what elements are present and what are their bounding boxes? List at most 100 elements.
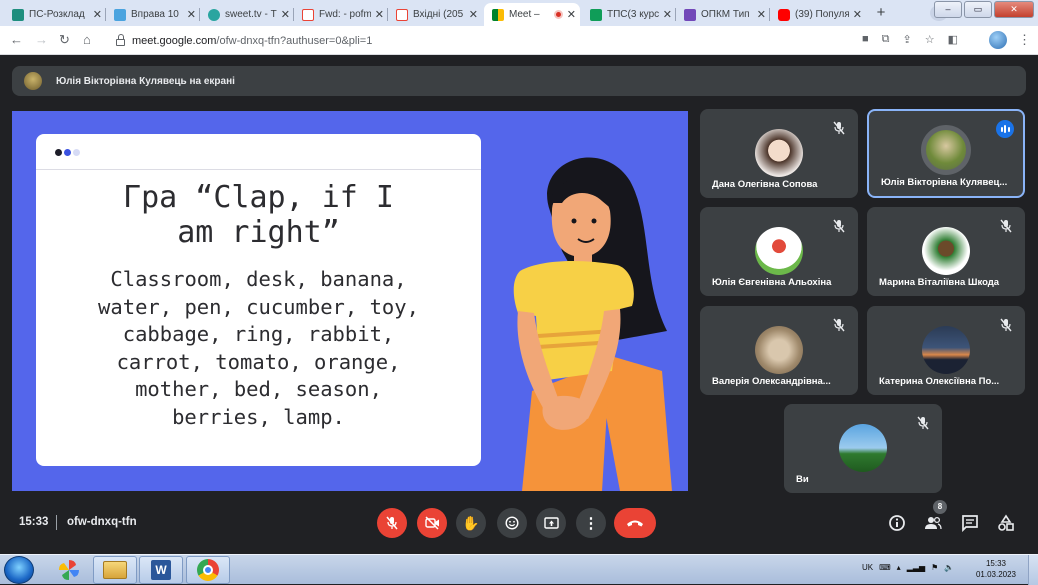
back-icon[interactable]: ←: [10, 32, 23, 47]
address-bar[interactable]: meet.google.com/ofw-dnxq-tfn?authuser=0&…: [104, 30, 859, 51]
participant-tile[interactable]: Катерина Олексіївна По...: [867, 306, 1025, 395]
slide-body-line: water, pen, cucumber, toy,: [98, 294, 419, 319]
window-dots-icon: [55, 149, 80, 156]
chat-button[interactable]: [961, 514, 979, 532]
start-button[interactable]: [4, 556, 34, 584]
presenter-avatar: [24, 72, 42, 90]
meeting-code: ofw-dnxq-tfn: [67, 516, 137, 528]
activities-button[interactable]: [997, 514, 1015, 532]
window-controls: – ▭ ✕: [934, 1, 1034, 18]
tab-close-icon[interactable]: ✕: [757, 8, 766, 21]
present-screen-button[interactable]: [536, 508, 566, 538]
camera-toggle-button[interactable]: [417, 508, 447, 538]
tab-title: sweet.tv - Т: [225, 9, 277, 20]
forms-icon: [684, 8, 696, 21]
participant-avatar: [921, 125, 971, 175]
mic-toggle-button[interactable]: [377, 508, 407, 538]
browser-tab[interactable]: Fwd: - pofm ✕: [294, 3, 388, 26]
taskbar-app-photos[interactable]: [47, 556, 91, 584]
minimize-button[interactable]: –: [934, 1, 962, 18]
people-button[interactable]: [924, 514, 942, 532]
reactions-button[interactable]: [497, 508, 527, 538]
recording-icon: [553, 10, 563, 19]
shared-screen: Гра “Clap, if I am right” Classroom, des…: [12, 111, 688, 491]
presenting-banner: Юлія Вікторівна Кулявець на екрані: [12, 66, 1026, 96]
open-in-new-icon[interactable]: ⧉: [882, 33, 890, 46]
participant-avatar: [922, 326, 970, 374]
tab-close-icon[interactable]: ✕: [853, 8, 862, 21]
tab-close-icon[interactable]: ✕: [663, 8, 672, 21]
mic-off-icon: [833, 318, 845, 332]
browser-tab[interactable]: Вхідні (205 ✕: [388, 3, 482, 26]
system-clock[interactable]: 15:33 01.03.2023: [972, 558, 1020, 580]
taskbar-app-chrome[interactable]: [186, 556, 230, 584]
tab-close-icon[interactable]: ✕: [187, 8, 196, 21]
network-icon[interactable]: ▂▃▅: [907, 563, 925, 572]
taskbar-app-explorer[interactable]: [93, 556, 137, 584]
participant-tile-speaking[interactable]: Юлія Вікторівна Кулявец...: [867, 109, 1025, 198]
leave-call-button[interactable]: [614, 508, 656, 538]
more-vert-icon: ⋮: [583, 515, 599, 532]
windows-taskbar: W UK ⌨ ▴ ▂▃▅ ⚑ 🔈 15:33 01.03.2023: [0, 554, 1038, 585]
gmail-icon: [396, 8, 408, 21]
reload-icon[interactable]: ↻: [59, 32, 70, 48]
browser-tab[interactable]: ТПС(3 курс ✕: [582, 3, 676, 26]
maximize-button[interactable]: ▭: [964, 1, 992, 18]
bookmark-star-icon[interactable]: ☆: [925, 33, 935, 46]
home-icon[interactable]: ⌂: [83, 32, 91, 47]
language-indicator[interactable]: UK: [862, 563, 873, 572]
keyboard-icon[interactable]: ⌨: [879, 563, 891, 572]
show-hidden-icons[interactable]: ▴: [897, 563, 901, 572]
woman-illustration: [513, 157, 672, 491]
side-panel-icon[interactable]: ◧: [948, 33, 958, 46]
youtube-icon: [778, 8, 790, 21]
participant-name: Марина Віталіївна Шкода: [879, 277, 1000, 288]
participant-avatar: [755, 326, 803, 374]
mic-off-icon: [1000, 318, 1012, 332]
participant-tile-self[interactable]: Ви: [784, 404, 942, 493]
taskbar-app-word[interactable]: W: [139, 556, 183, 584]
url-path: /ofw-dnxq-tfn?authuser=0&pli=1: [216, 34, 373, 47]
meet-icon: [492, 8, 504, 21]
lock-icon[interactable]: [116, 34, 125, 46]
window-close-button[interactable]: ✕: [994, 1, 1034, 18]
more-options-button[interactable]: ⋮: [576, 508, 606, 538]
browser-tab-active[interactable]: Meet – ✕: [484, 3, 580, 26]
browser-menu-icon[interactable]: ⋮: [1018, 32, 1031, 48]
show-desktop-button[interactable]: [1028, 555, 1038, 585]
camera-in-use-icon[interactable]: ■: [862, 33, 869, 46]
raise-hand-button[interactable]: ✋: [456, 508, 486, 538]
tab-close-icon[interactable]: ✕: [281, 8, 290, 21]
browser-tab[interactable]: (39) Популя ✕: [770, 3, 866, 26]
tab-close-icon[interactable]: ✕: [93, 8, 102, 21]
browser-tab[interactable]: ПС-Розклад ✕: [4, 3, 106, 26]
slide-title-line: am right”: [177, 215, 340, 250]
slide-body-line: carrot, tomato, orange,: [116, 349, 401, 374]
meeting-details-button[interactable]: [888, 514, 906, 532]
slide-body-line: Classroom, desk, banana,: [110, 267, 407, 291]
tab-close-icon[interactable]: ✕: [567, 8, 576, 21]
system-tray: UK ⌨ ▴ ▂▃▅ ⚑ 🔈: [862, 563, 954, 572]
tab-title: Вхідні (205: [413, 9, 464, 20]
pinwheel-icon: [59, 560, 79, 580]
slide-body-line: mother, bed, season,: [135, 377, 382, 401]
participant-tile[interactable]: Юлія Євгенівна Альохіна: [700, 207, 858, 296]
slide-title-line: Гра “Clap, if I: [123, 180, 394, 215]
camera-off-icon: [424, 516, 439, 530]
participant-tile[interactable]: Марина Віталіївна Шкода: [867, 207, 1025, 296]
people-count-badge: 8: [933, 500, 947, 514]
participant-tile[interactable]: Валерія Олександрівна...: [700, 306, 858, 395]
flag-icon[interactable]: ⚑: [931, 563, 938, 572]
profile-avatar[interactable]: [989, 31, 1007, 49]
tab-close-icon[interactable]: ✕: [375, 8, 384, 21]
browser-tab[interactable]: sweet.tv - Т ✕: [200, 3, 294, 26]
tab-close-icon[interactable]: ✕: [469, 8, 478, 21]
share-icon[interactable]: ⇪: [903, 33, 912, 46]
volume-icon[interactable]: 🔈: [944, 563, 954, 572]
new-tab-button[interactable]: +: [872, 4, 890, 22]
forward-icon[interactable]: →: [35, 32, 48, 47]
browser-tab[interactable]: ОПКМ Тип ✕: [676, 3, 770, 26]
browser-tab[interactable]: Вправа 10 ✕: [106, 3, 200, 26]
participant-tile[interactable]: Дана Олегівна Сопова: [700, 109, 858, 198]
hand-icon: ✋: [462, 514, 480, 531]
